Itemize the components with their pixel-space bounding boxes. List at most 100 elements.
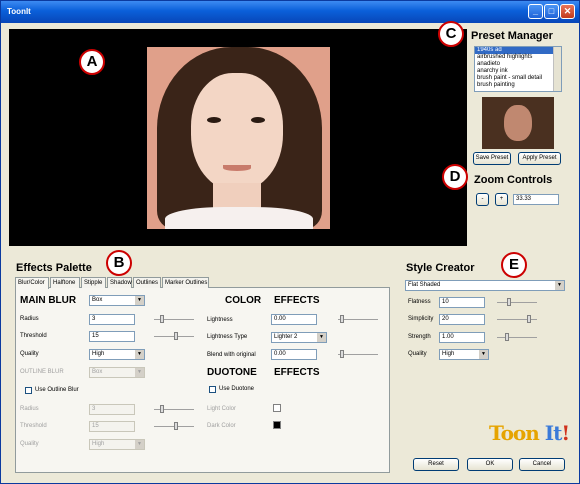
light-color-swatch[interactable] — [273, 404, 281, 412]
effects-palette-title: Effects Palette — [16, 262, 92, 274]
style-creator-title: Style Creator — [406, 262, 475, 274]
outline-quality-select[interactable]: High ▼ — [89, 439, 145, 450]
style-select[interactable]: Flat Shaded ▼ — [405, 280, 565, 291]
tab-halftone[interactable]: Halftone — [50, 277, 80, 288]
callout-b: B — [106, 250, 132, 276]
preset-item[interactable]: anadieto — [475, 61, 561, 68]
radius-label: Radius — [20, 316, 39, 322]
zoom-out-button[interactable]: - — [476, 193, 489, 206]
preset-thumbnail — [482, 97, 554, 149]
preset-item[interactable]: anarchy ink — [475, 68, 561, 75]
tab-blur-color[interactable]: Blur/Color — [15, 277, 49, 289]
strength-slider[interactable] — [497, 333, 537, 341]
sc-quality-select[interactable]: High ▼ — [439, 349, 489, 360]
tab-stipple[interactable]: Stipple — [81, 277, 106, 288]
chevron-down-icon: ▼ — [135, 440, 144, 449]
main-blur-heading: MAIN BLUR — [20, 295, 77, 306]
lightness-label: Lightness — [207, 317, 233, 323]
chevron-down-icon: ▼ — [555, 281, 564, 290]
window-title: ToonIt — [7, 7, 31, 16]
strength-field[interactable]: 1.00 — [439, 332, 485, 343]
radius-field[interactable]: 3 — [89, 314, 135, 325]
preset-manager-title: Preset Manager — [471, 30, 553, 42]
save-preset-button[interactable]: Save Preset — [473, 152, 511, 165]
simplicity-field[interactable]: 20 — [439, 314, 485, 325]
preset-list[interactable]: 1940s ad airbrushed highlights anadieto … — [474, 46, 562, 92]
color-heading: COLOR — [225, 295, 262, 306]
lightness-field[interactable]: 0.00 — [271, 314, 317, 325]
callout-e: E — [501, 252, 527, 278]
preset-list-scrollbar[interactable] — [553, 47, 561, 91]
use-outline-blur-label: Use Outline Blur — [35, 387, 79, 393]
tab-shadow[interactable]: Shadow — [107, 277, 132, 288]
toonit-logo: Toon It! — [489, 421, 570, 445]
threshold-field[interactable]: 15 — [89, 331, 135, 342]
preset-item[interactable]: airbrushed highlights — [475, 54, 561, 61]
reset-button[interactable]: Reset — [413, 458, 459, 471]
cancel-button[interactable]: Cancel — [519, 458, 565, 471]
simplicity-label: Simplicity — [408, 316, 434, 322]
outline-threshold-slider[interactable] — [154, 422, 194, 430]
sc-quality-label: Quality — [408, 351, 427, 357]
blend-slider[interactable] — [338, 350, 378, 358]
quality-select[interactable]: High ▼ — [89, 349, 145, 360]
outline-threshold-label: Threshold — [20, 423, 47, 429]
callout-c: C — [438, 21, 464, 47]
tab-outlines[interactable]: Outlines — [133, 277, 161, 288]
outline-blur-select[interactable]: Box ▼ — [89, 367, 145, 378]
outline-radius-label: Radius — [20, 406, 39, 412]
chevron-down-icon: ▼ — [135, 350, 144, 359]
preview-area[interactable] — [9, 29, 467, 246]
zoom-value-field[interactable]: 33.33 — [513, 194, 559, 205]
ok-button[interactable]: OK — [467, 458, 513, 471]
outline-threshold-field[interactable]: 15 — [89, 421, 135, 432]
blend-label: Blend with original — [207, 352, 256, 358]
effects-palette-panel — [15, 287, 390, 473]
simplicity-slider[interactable] — [497, 315, 537, 323]
use-duotone-checkbox[interactable] — [209, 386, 216, 393]
dark-color-label: Dark Color — [207, 423, 236, 429]
radius-slider[interactable] — [154, 315, 194, 323]
tab-marker-outlines[interactable]: Marker Outlines — [162, 277, 209, 288]
toonit-window: ToonIt _ □ ✕ A C Preset Manager 1940s ad… — [0, 0, 580, 484]
zoom-in-button[interactable]: + — [495, 193, 508, 206]
callout-a: A — [79, 49, 105, 75]
lightness-type-label: Lightness Type — [207, 334, 248, 340]
maximize-button[interactable]: □ — [544, 4, 559, 19]
color-effects-heading: EFFECTS — [274, 295, 320, 306]
title-bar: ToonIt _ □ ✕ — [1, 1, 579, 23]
light-color-label: Light Color — [207, 406, 237, 412]
blend-field[interactable]: 0.00 — [271, 349, 317, 360]
flatness-field[interactable]: 10 — [439, 297, 485, 308]
lightness-type-select[interactable]: Lighter 2 ▼ — [271, 332, 327, 343]
chevron-down-icon: ▼ — [135, 296, 144, 305]
use-outline-blur-checkbox[interactable] — [25, 387, 32, 394]
outline-radius-slider[interactable] — [154, 405, 194, 413]
duotone-effects-heading: EFFECTS — [274, 367, 320, 378]
preset-item[interactable]: 1940s ad — [475, 47, 561, 54]
chevron-down-icon: ▼ — [135, 368, 144, 377]
outline-quality-label: Quality — [20, 441, 39, 447]
chevron-down-icon: ▼ — [479, 350, 488, 359]
close-button[interactable]: ✕ — [560, 4, 575, 19]
lightness-slider[interactable] — [338, 315, 378, 323]
zoom-controls-title: Zoom Controls — [474, 174, 553, 186]
flatness-slider[interactable] — [497, 298, 537, 306]
threshold-slider[interactable] — [154, 332, 194, 340]
preset-item[interactable]: brush painting — [475, 82, 561, 89]
strength-label: Strength — [408, 334, 431, 340]
callout-d: D — [442, 164, 468, 190]
duotone-heading: DUOTONE — [207, 367, 257, 378]
preview-image — [147, 47, 330, 229]
dark-color-swatch[interactable] — [273, 421, 281, 429]
main-blur-type-select[interactable]: Box ▼ — [89, 295, 145, 306]
outline-radius-field[interactable]: 3 — [89, 404, 135, 415]
flatness-label: Flatness — [408, 299, 431, 305]
apply-preset-button[interactable]: Apply Preset — [518, 152, 561, 165]
threshold-label: Threshold — [20, 333, 47, 339]
chevron-down-icon: ▼ — [317, 333, 326, 342]
minimize-button[interactable]: _ — [528, 4, 543, 19]
quality-label: Quality — [20, 351, 39, 357]
preset-item[interactable]: brush paint - small detail — [475, 75, 561, 82]
outline-blur-label: OUTLINE BLUR — [20, 369, 64, 375]
